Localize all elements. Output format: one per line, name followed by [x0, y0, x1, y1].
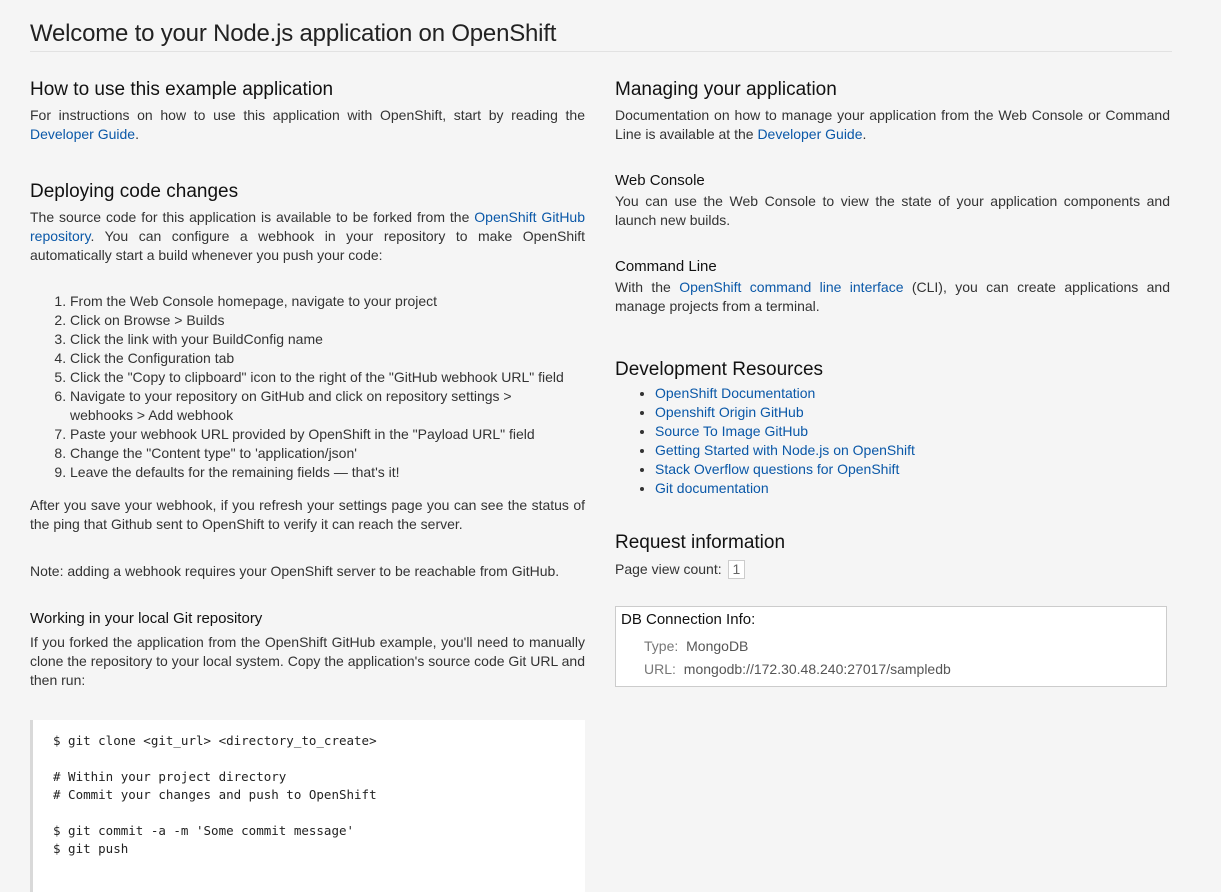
db-url-row: URL: mongodb://172.30.48.240:27017/sampl…	[621, 658, 1166, 681]
list-item: Change the "Content type" to 'applicatio…	[70, 444, 585, 463]
db-url-value: mongodb://172.30.48.240:27017/sampledb	[683, 661, 951, 677]
web-console-text: You can use the Web Console to view the …	[615, 193, 1170, 228]
how-to-section: How to use this example application For …	[30, 78, 585, 144]
command-line-heading: Command Line	[615, 258, 717, 275]
managing-text-start: Documentation on how to manage your appl…	[615, 107, 1170, 142]
how-to-text: For instructions on how to use this appl…	[30, 106, 585, 144]
openshift-cli-link[interactable]: OpenShift command line interface	[679, 279, 903, 295]
list-item: Click on Browse > Builds	[70, 311, 585, 330]
list-item: Stack Overflow questions for OpenShift	[655, 460, 1170, 479]
git-documentation-link[interactable]: Git documentation	[655, 480, 769, 496]
source-to-image-github-link[interactable]: Source To Image GitHub	[655, 423, 808, 439]
managing-text: Documentation on how to manage your appl…	[615, 106, 1170, 144]
deploying-text: The source code for this application is …	[30, 208, 585, 265]
list-item: Getting Started with Node.js on OpenShif…	[655, 441, 1170, 460]
web-console-heading: Web Console	[615, 172, 705, 189]
developer-guide-link[interactable]: Developer Guide	[30, 126, 135, 142]
resources-heading: Development Resources	[615, 359, 824, 380]
openshift-origin-github-link[interactable]: Openshift Origin GitHub	[655, 404, 804, 420]
web-console-section: Web Console You can use the Web Console …	[615, 171, 1170, 230]
db-type-row: Type: MongoDB	[621, 635, 1166, 658]
command-line-text-start: With the	[615, 279, 680, 295]
page-title: Welcome to your Node.js application on O…	[30, 19, 1172, 53]
list-item: Click the "Copy to clipboard" icon to th…	[70, 368, 585, 387]
how-to-text-start: For instructions on how to use this appl…	[30, 107, 585, 123]
request-info-heading: Request information	[615, 532, 786, 553]
deploying-text-end: . You can configure a webhook in your re…	[30, 228, 585, 263]
list-item: OpenShift Documentation	[655, 384, 1170, 403]
db-connection-info-box: DB Connection Info: Type: MongoDB URL: m…	[615, 606, 1167, 687]
list-item: Paste your webhook URL provided by OpenS…	[70, 425, 585, 444]
page-view-count-value: 1	[727, 560, 746, 579]
resources-section: Development Resources OpenShift Document…	[615, 358, 1170, 498]
managing-section: Managing your application Documentation …	[615, 78, 1170, 144]
deploying-heading: Deploying code changes	[30, 181, 239, 202]
db-connection-title: DB Connection Info:	[621, 611, 756, 628]
managing-text-end: .	[862, 126, 867, 142]
list-item: Openshift Origin GitHub	[655, 403, 1170, 422]
left-column: How to use this example application For …	[30, 78, 585, 892]
db-type-label: Type:	[644, 638, 679, 654]
page: Welcome to your Node.js application on O…	[0, 0, 1221, 892]
list-item: From the Web Console homepage, navigate …	[70, 292, 585, 311]
list-item: Click the Configuration tab	[70, 349, 585, 368]
local-git-text: If you forked the application from the O…	[30, 634, 585, 688]
db-url-label: URL:	[644, 661, 676, 677]
command-line-section: Command Line With the OpenShift command …	[615, 257, 1170, 316]
local-git-section: Working in your local Git repository If …	[30, 609, 585, 892]
page-view-count-label: Page view count:	[615, 561, 722, 577]
after-save-text: After you save your webhook, if you refr…	[30, 497, 585, 532]
webhook-steps-list: From the Web Console homepage, navigate …	[30, 292, 585, 482]
resources-list: OpenShift Documentation Openshift Origin…	[615, 384, 1170, 498]
command-line-text: With the OpenShift command line interfac…	[615, 278, 1170, 316]
page-view-count: Page view count: 1	[615, 560, 1170, 579]
local-git-heading: Working in your local Git repository	[30, 610, 263, 627]
request-info-section: Request information Page view count: 1	[615, 531, 1170, 579]
webhook-note: Note: adding a webhook requires your Ope…	[30, 563, 560, 579]
list-item: Source To Image GitHub	[655, 422, 1170, 441]
list-item: Click the link with your BuildConfig nam…	[70, 330, 585, 349]
git-commands-code-block: $ git clone <git_url> <directory_to_crea…	[30, 720, 585, 892]
openshift-documentation-link[interactable]: OpenShift Documentation	[655, 385, 815, 401]
deploying-section: Deploying code changes The source code f…	[30, 180, 585, 581]
right-column: Managing your application Documentation …	[615, 78, 1170, 687]
managing-heading: Managing your application	[615, 79, 837, 100]
list-item: Git documentation	[655, 479, 1170, 498]
how-to-text-end: .	[135, 126, 139, 142]
deploying-text-start: The source code for this application is …	[30, 209, 475, 225]
db-type-value: MongoDB	[686, 638, 749, 654]
getting-started-nodejs-link[interactable]: Getting Started with Node.js on OpenShif…	[655, 442, 915, 458]
stack-overflow-link[interactable]: Stack Overflow questions for OpenShift	[655, 461, 899, 477]
list-item: Leave the defaults for the remaining fie…	[70, 463, 585, 482]
how-to-heading: How to use this example application	[30, 79, 334, 100]
list-item: Navigate to your repository on GitHub an…	[70, 387, 585, 425]
developer-guide-link[interactable]: Developer Guide	[757, 126, 862, 142]
